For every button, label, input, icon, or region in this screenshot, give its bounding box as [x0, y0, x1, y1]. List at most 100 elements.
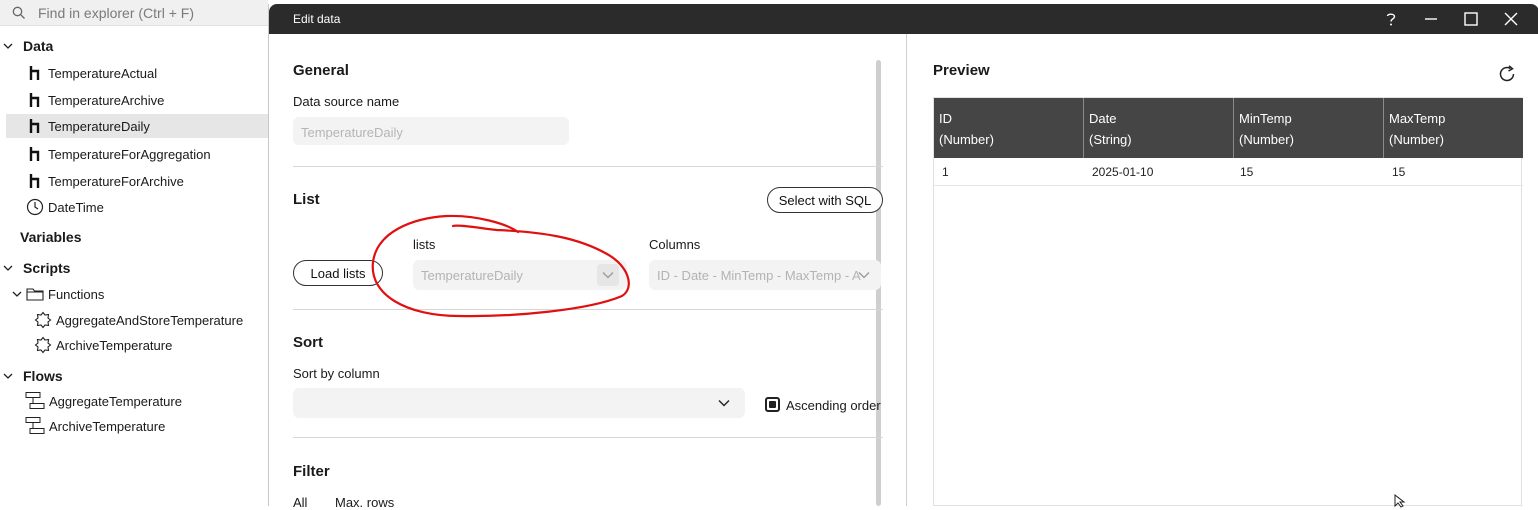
preview-table: ID (Number) Date (String) MinTemp (Numbe…	[933, 97, 1523, 506]
column-name: Date	[1089, 111, 1117, 126]
column-type: (String)	[1089, 132, 1132, 147]
folder-functions[interactable]: Functions	[0, 282, 268, 306]
column-header[interactable]: MinTemp (Number)	[1234, 98, 1384, 158]
script-item[interactable]: ArchiveTemperature	[0, 333, 268, 357]
close-icon	[1504, 12, 1518, 26]
chevron-down-icon	[713, 392, 735, 414]
section-divider	[293, 437, 883, 438]
columns-dropdown[interactable]: ID - Date - MinTemp - MaxTemp - A	[649, 260, 881, 290]
section-divider	[293, 166, 883, 167]
data-source-icon	[29, 66, 40, 80]
chevron-down-icon	[12, 291, 22, 297]
minimize-button[interactable]	[1420, 9, 1442, 29]
list-heading: List	[293, 191, 320, 208]
column-name: ID	[939, 111, 952, 126]
folder-functions-label: Functions	[48, 286, 105, 302]
flow-item-label: AggregateTemperature	[49, 393, 182, 409]
folder-icon	[26, 288, 44, 301]
data-item[interactable]: TemperatureActual	[0, 61, 268, 85]
annotation-circle	[371, 214, 630, 318]
refresh-icon	[1499, 65, 1515, 82]
ascending-label: Ascending order	[786, 398, 881, 413]
table-cell: 2025-01-10	[1092, 165, 1154, 179]
section-variables[interactable]: Variables	[0, 225, 268, 249]
help-icon	[1386, 13, 1396, 26]
general-heading: General	[293, 62, 349, 79]
data-item[interactable]: DateTime	[0, 195, 268, 219]
checkbox-checked-mark	[769, 401, 776, 408]
script-item[interactable]: AggregateAndStoreTemperature	[0, 308, 268, 332]
close-button[interactable]	[1500, 9, 1522, 29]
column-type: (Number)	[1239, 132, 1294, 147]
explorer-search[interactable]	[0, 0, 268, 26]
chevron-down-icon	[3, 43, 13, 49]
data-item[interactable]: TemperatureForAggregation	[0, 142, 268, 166]
section-data[interactable]: Data	[0, 34, 268, 58]
search-icon	[12, 6, 25, 19]
form-pane: General Data source name TemperatureDail…	[269, 34, 907, 510]
dialog-title: Edit data	[293, 12, 341, 26]
data-item-label: TemperatureForArchive	[48, 173, 184, 189]
script-icon	[34, 336, 52, 354]
filter-heading: Filter	[293, 463, 330, 480]
select-with-sql-button[interactable]: Select with SQL	[767, 187, 883, 213]
dialog-titlebar: Edit data	[269, 4, 1538, 34]
table-cell: 15	[1240, 165, 1254, 179]
preview-heading: Preview	[933, 62, 990, 79]
preview-pane: Preview ID (Number) Date (String) MinTem…	[908, 34, 1538, 508]
table-row[interactable]: 1 2025-01-10 15 15	[934, 158, 1523, 186]
maximize-icon	[1464, 12, 1478, 26]
table-header: ID (Number) Date (String) MinTemp (Numbe…	[934, 98, 1523, 158]
data-source-icon	[29, 174, 40, 188]
table-cell: 15	[1392, 165, 1406, 179]
column-name: MinTemp	[1239, 111, 1292, 126]
flow-icon	[25, 392, 45, 409]
explorer-panel: Data TemperatureActual TemperatureArchiv…	[0, 0, 268, 506]
column-name: MaxTemp	[1389, 111, 1446, 126]
flow-item-label: ArchiveTemperature	[49, 418, 166, 434]
data-item-label: TemperatureArchive	[48, 92, 165, 108]
data-item-selected[interactable]: TemperatureDaily	[6, 114, 268, 138]
columns-dropdown-value: ID - Date - MinTemp - MaxTemp - A	[657, 268, 861, 283]
flow-item[interactable]: ArchiveTemperature	[0, 414, 268, 438]
flow-item[interactable]: AggregateTemperature	[0, 389, 268, 413]
data-item-label: DateTime	[48, 199, 104, 215]
edit-data-dialog: Edit data General Data source name Tempe…	[268, 4, 1538, 510]
section-flows-label: Flows	[23, 368, 63, 384]
data-item-label: TemperatureActual	[48, 65, 158, 81]
data-source-icon	[29, 93, 40, 107]
data-source-icon	[29, 147, 40, 161]
max-rows-label: Max. rows	[335, 495, 395, 510]
clock-icon	[26, 198, 44, 216]
section-variables-label: Variables	[20, 229, 82, 245]
flow-icon	[25, 417, 45, 434]
section-scripts[interactable]: Scripts	[0, 256, 268, 280]
columns-label: Columns	[649, 237, 701, 252]
refresh-button[interactable]	[1497, 64, 1517, 84]
sort-by-label: Sort by column	[293, 366, 380, 381]
data-source-name-label: Data source name	[293, 94, 400, 109]
chevron-down-icon	[3, 373, 13, 379]
data-item-label: TemperatureDaily	[48, 118, 150, 134]
data-item[interactable]: TemperatureArchive	[0, 88, 268, 112]
column-header[interactable]: ID (Number)	[934, 98, 1084, 158]
maximize-button[interactable]	[1460, 9, 1482, 29]
filter-all-label: All	[293, 495, 308, 510]
help-button[interactable]	[1380, 9, 1402, 29]
sort-by-dropdown[interactable]	[293, 388, 745, 418]
column-type: (Number)	[939, 132, 994, 147]
data-item[interactable]: TemperatureForArchive	[0, 169, 268, 193]
data-source-name-field[interactable]: TemperatureDaily	[293, 117, 569, 145]
ascending-checkbox[interactable]	[765, 397, 780, 412]
script-item-label: AggregateAndStoreTemperature	[56, 312, 244, 328]
section-flows[interactable]: Flows	[0, 364, 268, 388]
minimize-icon	[1425, 18, 1437, 20]
column-header[interactable]: Date (String)	[1084, 98, 1234, 158]
script-icon	[34, 311, 52, 329]
section-data-label: Data	[23, 38, 54, 54]
column-header[interactable]: MaxTemp (Number)	[1384, 98, 1523, 158]
search-input[interactable]	[38, 3, 258, 23]
column-type: (Number)	[1389, 132, 1444, 147]
table-cell: 1	[942, 165, 949, 179]
chevron-down-icon	[853, 264, 875, 286]
